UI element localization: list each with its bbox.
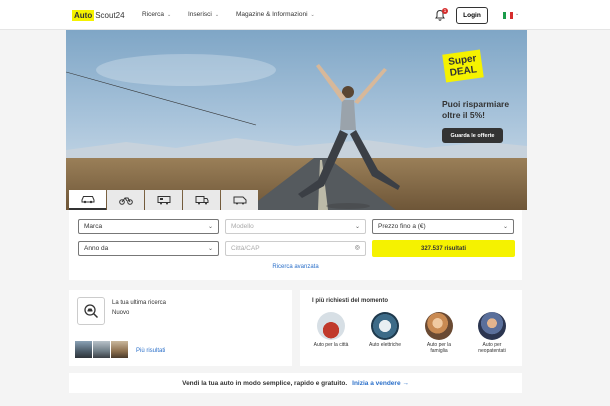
chevron-down-icon: ⌄ (207, 246, 213, 252)
make-select-label: Marca (84, 223, 103, 230)
search-history-icon (77, 297, 105, 325)
popular-item-city[interactable]: Auto per la città (311, 312, 351, 348)
truck-icon (195, 196, 208, 205)
last-search-subtitle: Nuovo (112, 310, 130, 316)
notifications-button[interactable]: 1 (434, 8, 448, 21)
city-car-image (317, 312, 345, 340)
view-offers-button[interactable]: Guarda le offerte (442, 128, 503, 143)
vehicle-type-tabs (69, 190, 259, 210)
make-select[interactable]: Marca ⌄ (78, 219, 219, 234)
chevron-down-icon: ⌄ (515, 11, 520, 17)
promo-text: Puoi risparmiare oltre il 5%! (442, 99, 510, 120)
start-selling-label: Inizia a vendere (352, 379, 401, 387)
year-select-label: Anno da (84, 245, 109, 252)
chevron-down-icon: ⌄ (502, 224, 508, 230)
advanced-search-link[interactable]: Ricerca avanzata (69, 264, 522, 270)
logo-auto: Auto (72, 9, 95, 21)
nav-inserisci-label: Inserisci (188, 11, 212, 18)
car-thumbnail (111, 341, 128, 358)
nav-ricerca-label: Ricerca (142, 11, 165, 18)
chevron-down-icon: ⌄ (310, 12, 315, 18)
car-thumbnail (75, 341, 92, 358)
start-selling-link[interactable]: Inizia a vendere → (352, 380, 409, 387)
popular-item-label: Auto per la famiglia (426, 342, 452, 354)
italy-flag-icon[interactable] (503, 12, 513, 19)
tab-motorcycle[interactable] (107, 190, 144, 210)
notification-badge: 1 (442, 8, 448, 14)
last-search-card[interactable]: La tua ultima ricerca Nuovo Più risultat… (69, 290, 292, 366)
chevron-down-icon: ⌄ (207, 224, 213, 230)
car-thumbnail (93, 341, 110, 358)
model-select[interactable]: Modello ⌄ (225, 219, 366, 234)
nav-magazine-label: Magazine & Informazioni (236, 11, 308, 18)
nav-magazine[interactable]: Magazine & Informazioni ⌄ (236, 11, 315, 18)
city-input-placeholder: Città/CAP (231, 245, 260, 252)
chevron-down-icon: ⌄ (167, 12, 172, 18)
city-input[interactable]: Città/CAP ◎ (225, 241, 366, 256)
login-button[interactable]: Login (456, 7, 488, 24)
electric-car-image (371, 312, 399, 340)
chevron-down-icon: ⌄ (354, 224, 360, 230)
family-car-image (425, 312, 453, 340)
logo-scout: Scout24 (95, 10, 125, 20)
popular-searches-card: I più richiesti del momento Auto per la … (300, 290, 522, 366)
more-results-link[interactable]: Più risultati (136, 348, 165, 354)
popular-item-electric[interactable]: Auto elettriche (365, 312, 405, 348)
search-panel: Marca ⌄ Modello ⌄ Prezzo fino a (€) ⌄ Anno … (69, 210, 522, 280)
popular-item-family[interactable]: Auto per la famiglia (419, 312, 459, 354)
car-icon (81, 196, 94, 204)
van-icon (233, 196, 246, 205)
nav-ricerca[interactable]: Ricerca ⌄ (142, 11, 171, 18)
last-search-title: La tua ultima ricerca (112, 300, 167, 306)
nav-inserisci[interactable]: Inserisci ⌄ (188, 11, 219, 18)
motorcycle-icon (118, 197, 133, 205)
year-select[interactable]: Anno da ⌄ (78, 241, 219, 256)
price-select-label: Prezzo fino a (€) (378, 223, 426, 230)
location-target-icon[interactable]: ◎ (355, 244, 360, 251)
tab-camper[interactable] (145, 190, 182, 210)
deal-line2: DEAL (449, 64, 478, 79)
popular-item-label: Auto per neopatentati (478, 342, 506, 354)
popular-title: I più richiesti del momento (312, 298, 389, 304)
popular-item-new-drivers[interactable]: Auto per neopatentati (472, 312, 512, 354)
price-select[interactable]: Prezzo fino a (€) ⌄ (372, 219, 514, 234)
arrow-right-icon: → (402, 379, 409, 387)
popular-item-label: Auto elettriche (369, 342, 401, 348)
sell-text: Vendi la tua auto in modo semplice, rapi… (182, 379, 348, 387)
popular-item-label: Auto per la città (313, 342, 349, 348)
camper-icon (157, 196, 170, 205)
tab-van[interactable] (221, 190, 258, 210)
autoscout24-logo[interactable]: Auto Scout24 (72, 9, 125, 21)
top-navigation-bar: Auto Scout24 Ricerca ⌄ Inserisci ⌄ Magazine… (0, 0, 610, 30)
chevron-down-icon: ⌄ (214, 12, 220, 18)
results-button[interactable]: 327.537 risultati (372, 240, 515, 257)
new-driver-image (478, 312, 506, 340)
tab-truck[interactable] (183, 190, 220, 210)
super-deal-badge: Super DEAL (442, 49, 485, 83)
last-search-thumbnails (75, 341, 129, 358)
model-select-label: Modello (231, 223, 254, 230)
sell-banner: Vendi la tua auto in modo semplice, rapi… (69, 373, 522, 393)
tab-car[interactable] (69, 190, 106, 210)
